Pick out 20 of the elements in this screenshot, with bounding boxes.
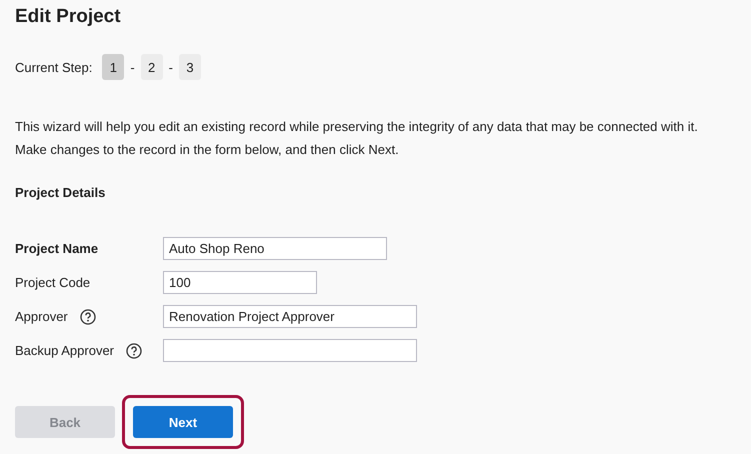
page-title: Edit Project [15,5,121,29]
step-separator: - [168,60,174,74]
step-separator: - [130,60,135,74]
help-icon[interactable] [126,342,142,358]
next-button[interactable]: Next [133,406,233,438]
help-icon[interactable] [80,308,96,324]
intro-text: This wizard will help you edit an existing record while preserving the integrity of any data that may be connected with it. Make changes to the record in the form below, and then click Next. [15,118,699,159]
field-label: Approver [15,309,68,324]
field-label: Project Code [15,275,90,290]
input-field[interactable]: Auto Shop Reno [163,237,387,260]
step-indicator: 2 [140,54,163,80]
section-title: Project Details [15,184,106,202]
step-indicator: 1 [102,54,124,80]
field-label: Project Name [15,241,98,256]
field-label: Backup Approver [15,343,114,358]
step-label: Current Step: [15,60,92,74]
step-indicator: 3 [179,54,202,80]
input-field[interactable] [163,339,417,362]
input-field[interactable]: 100 [163,271,317,294]
input-field[interactable]: Renovation Project Approver [163,305,417,328]
